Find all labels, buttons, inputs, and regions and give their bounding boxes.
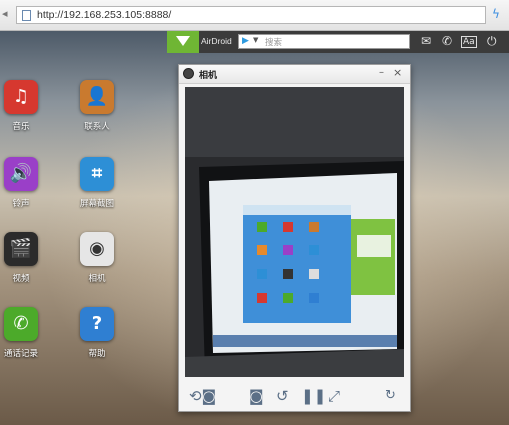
chevron-down-icon[interactable]: ▼ (253, 36, 258, 44)
search-placeholder: 搜索 (265, 38, 283, 48)
font-size-icon[interactable]: Aa (461, 36, 477, 48)
back-arrow-icon[interactable]: ◂ (2, 7, 8, 20)
camera-icon: ◉ (80, 232, 114, 266)
pause-icon[interactable]: ❚❚ (301, 387, 326, 405)
app-label: 联系人 (84, 122, 110, 132)
app-music[interactable]: ♫ 音乐 (0, 80, 51, 132)
rotate-90-icon[interactable]: ↻ (385, 387, 396, 405)
snapshot-icon[interactable]: ◙ (249, 387, 264, 405)
close-icon[interactable]: × (393, 66, 402, 79)
app-help[interactable]: ? 帮助 (67, 307, 127, 359)
airdroid-logo-icon (167, 31, 199, 53)
switch-camera-icon[interactable]: ⟲◙ (189, 387, 216, 405)
camera-controls: ⟲◙ ◙ ↺ ❚❚ ⤢ ↻ (179, 381, 410, 411)
page-icon (22, 10, 31, 21)
app-camera[interactable]: ◉ 相机 (67, 232, 127, 284)
camera-small-icon (183, 68, 194, 79)
app-label: 通话记录 (3, 349, 38, 359)
screenshot-icon: ⌗ (80, 157, 114, 191)
play-store-icon: ▶ (242, 36, 249, 46)
call-icon[interactable]: ✆ (442, 34, 452, 48)
url-field[interactable]: http://192.168.253.105:8888/ (16, 6, 486, 24)
window-title: 相机 (199, 71, 218, 81)
app-label: 帮助 (88, 349, 106, 359)
app-ringtone[interactable]: 🔊 铃声 (0, 157, 51, 209)
music-icon: ♫ (4, 80, 38, 114)
app-screenshot[interactable]: ⌗ 屏幕截图 (67, 157, 127, 209)
app-contacts[interactable]: 👤 联系人 (67, 80, 127, 132)
app-label: 相机 (88, 274, 106, 284)
help-icon: ? (80, 307, 114, 341)
brand-name: AirDroid (201, 36, 232, 46)
contacts-icon: 👤 (80, 80, 114, 114)
camera-feed-image (185, 87, 404, 377)
app-call-log[interactable]: ✆ 通话记录 (0, 307, 51, 359)
video-icon: 🎬 (4, 232, 38, 266)
search-input[interactable]: ▶ ▼ 搜索 (238, 34, 410, 49)
url-text: http://192.168.253.105:8888/ (37, 9, 172, 21)
camera-window: 相机 – × ⟲◙ ◙ ↺ ❚❚ ⤢ ↻ (178, 64, 411, 412)
minimize-icon[interactable]: – (379, 67, 384, 78)
window-title-bar[interactable]: 相机 – × (179, 65, 410, 84)
app-label: 屏幕截图 (79, 199, 114, 209)
browser-address-bar: ◂ http://192.168.253.105:8888/ ϟ (0, 0, 509, 31)
power-icon[interactable]: ⏻ (487, 34, 497, 48)
fullscreen-icon[interactable]: ⤢ (328, 387, 340, 405)
ringtone-icon: 🔊 (4, 157, 38, 191)
camera-preview (185, 87, 404, 377)
rotate-icon[interactable]: ↺ (276, 387, 289, 405)
messages-icon[interactable]: ✉ (421, 34, 431, 48)
bolt-icon[interactable]: ϟ (492, 7, 500, 21)
app-label: 视频 (12, 274, 30, 284)
app-label: 铃声 (12, 199, 30, 209)
app-label: 音乐 (12, 122, 30, 132)
phone-icon: ✆ (4, 307, 38, 341)
app-video[interactable]: 🎬 视频 (0, 232, 51, 284)
